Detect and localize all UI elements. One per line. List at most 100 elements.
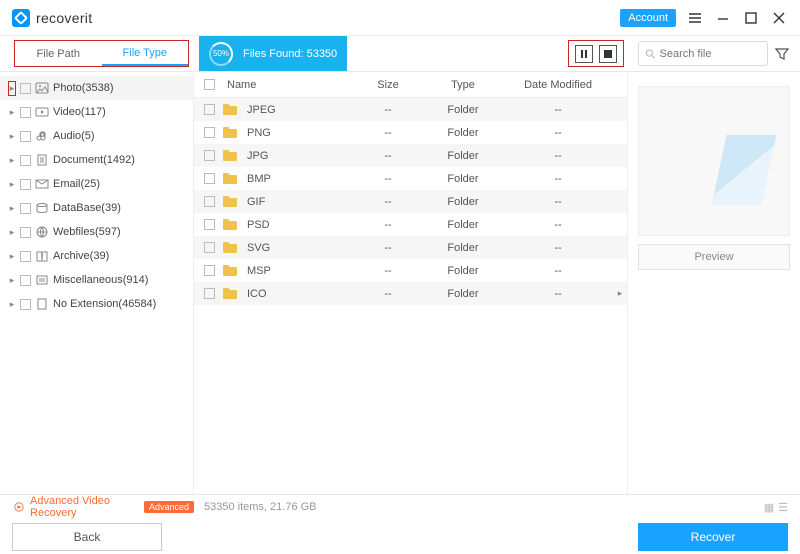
row-checkbox[interactable] [204,219,215,230]
sidebar-item-video[interactable]: ▸ Video(117) [0,100,193,124]
list-view-icon[interactable]: ☰ [778,501,788,514]
titlebar: recoverit Account [0,0,800,36]
search-icon [645,48,656,60]
cell-name: JPG [243,150,353,162]
expand-caret[interactable]: ▸ [8,299,16,310]
preview-panel: Preview [628,72,800,494]
category-checkbox[interactable] [20,275,31,286]
row-checkbox[interactable] [204,196,215,207]
row-checkbox[interactable] [204,173,215,184]
sidebar-item-audio[interactable]: ▸ Audio(5) [0,124,193,148]
cell-type: Folder [423,265,503,277]
filter-icon[interactable] [772,36,792,71]
close-icon[interactable] [770,9,788,27]
row-checkbox[interactable] [204,104,215,115]
category-checkbox[interactable] [20,155,31,166]
row-checkbox[interactable] [204,150,215,161]
minimize-icon[interactable] [714,9,732,27]
row-checkbox[interactable] [204,265,215,276]
cell-size: -- [353,288,423,300]
row-checkbox[interactable] [204,127,215,138]
expand-caret[interactable]: ▸ [8,155,16,166]
category-checkbox[interactable] [20,299,31,310]
email-icon [35,178,49,190]
table-row[interactable]: ICO -- Folder -- ▸ [194,282,627,305]
cell-size: -- [353,127,423,139]
table-row[interactable]: BMP -- Folder -- [194,167,627,190]
scan-controls [568,40,624,67]
col-date[interactable]: Date Modified [503,79,613,91]
cell-type: Folder [423,242,503,254]
stop-button[interactable] [599,45,617,63]
table-row[interactable]: MSP -- Folder -- [194,259,627,282]
row-checkbox[interactable] [204,242,215,253]
col-name[interactable]: Name [223,79,353,91]
audio-icon [35,130,49,142]
table-row[interactable]: PSD -- Folder -- [194,213,627,236]
expand-caret[interactable]: ▸ [8,203,16,214]
account-button[interactable]: Account [620,9,676,27]
category-checkbox[interactable] [20,83,31,94]
col-type[interactable]: Type [423,79,503,91]
table-row[interactable]: PNG -- Folder -- [194,121,627,144]
sidebar-item-label: Email(25) [53,178,100,190]
sidebar-item-image[interactable]: ▸ Photo(3538) [0,76,193,100]
tab-file-path[interactable]: File Path [15,41,102,66]
folder-icon [223,196,237,208]
cell-type: Folder [423,127,503,139]
sidebar-item-label: Audio(5) [53,130,95,142]
select-all-checkbox[interactable] [204,79,215,90]
tab-file-type[interactable]: File Type [102,41,189,66]
sidebar-item-db[interactable]: ▸ DataBase(39) [0,196,193,220]
back-button[interactable]: Back [12,523,162,551]
footer: Advanced Video Recovery Advanced 53350 i… [0,494,800,554]
table-header: Name Size Type Date Modified [194,72,627,98]
recover-button[interactable]: Recover [638,523,788,551]
search-box[interactable] [638,41,768,66]
cell-name: SVG [243,242,353,254]
sidebar-item-archive[interactable]: ▸ Archive(39) [0,244,193,268]
sidebar-item-misc[interactable]: ▸ Miscellaneous(914) [0,268,193,292]
cell-date: -- [503,265,613,277]
sidebar-item-doc[interactable]: ▸ Document(1492) [0,148,193,172]
sidebar-item-label: Webfiles(597) [53,226,121,238]
category-checkbox[interactable] [20,131,31,142]
expand-caret[interactable]: ▸ [8,81,16,96]
search-input[interactable] [660,48,762,60]
category-checkbox[interactable] [20,251,31,262]
grid-view-icon[interactable]: ▦ [764,501,774,514]
expand-caret[interactable]: ▸ [8,251,16,262]
row-checkbox[interactable] [204,288,215,299]
category-checkbox[interactable] [20,179,31,190]
maximize-icon[interactable] [742,9,760,27]
folder-icon [223,288,237,300]
expand-caret[interactable]: ▸ [8,131,16,142]
row-expand-icon[interactable]: ▸ [613,288,627,299]
sidebar-item-email[interactable]: ▸ Email(25) [0,172,193,196]
expand-caret[interactable]: ▸ [8,107,16,118]
table-row[interactable]: SVG -- Folder -- [194,236,627,259]
menu-icon[interactable] [686,9,704,27]
avr-label: Advanced Video Recovery [30,495,138,519]
col-size[interactable]: Size [353,79,423,91]
cell-type: Folder [423,288,503,300]
expand-caret[interactable]: ▸ [8,179,16,190]
sidebar-item-web[interactable]: ▸ Webfiles(597) [0,220,193,244]
table-row[interactable]: JPEG -- Folder -- [194,98,627,121]
table-row[interactable]: JPG -- Folder -- [194,144,627,167]
folder-icon [223,150,237,162]
expand-caret[interactable]: ▸ [8,227,16,238]
advanced-video-recovery[interactable]: Advanced Video Recovery Advanced [0,495,194,519]
pause-button[interactable] [575,45,593,63]
category-checkbox[interactable] [20,227,31,238]
archive-icon [35,250,49,262]
cell-size: -- [353,173,423,185]
cell-size: -- [353,265,423,277]
category-checkbox[interactable] [20,203,31,214]
category-checkbox[interactable] [20,107,31,118]
sidebar-item-label: DataBase(39) [53,202,121,214]
expand-caret[interactable]: ▸ [8,275,16,286]
sidebar-item-noext[interactable]: ▸ No Extension(46584) [0,292,193,316]
table-row[interactable]: GIF -- Folder -- [194,190,627,213]
preview-button[interactable]: Preview [638,244,790,270]
